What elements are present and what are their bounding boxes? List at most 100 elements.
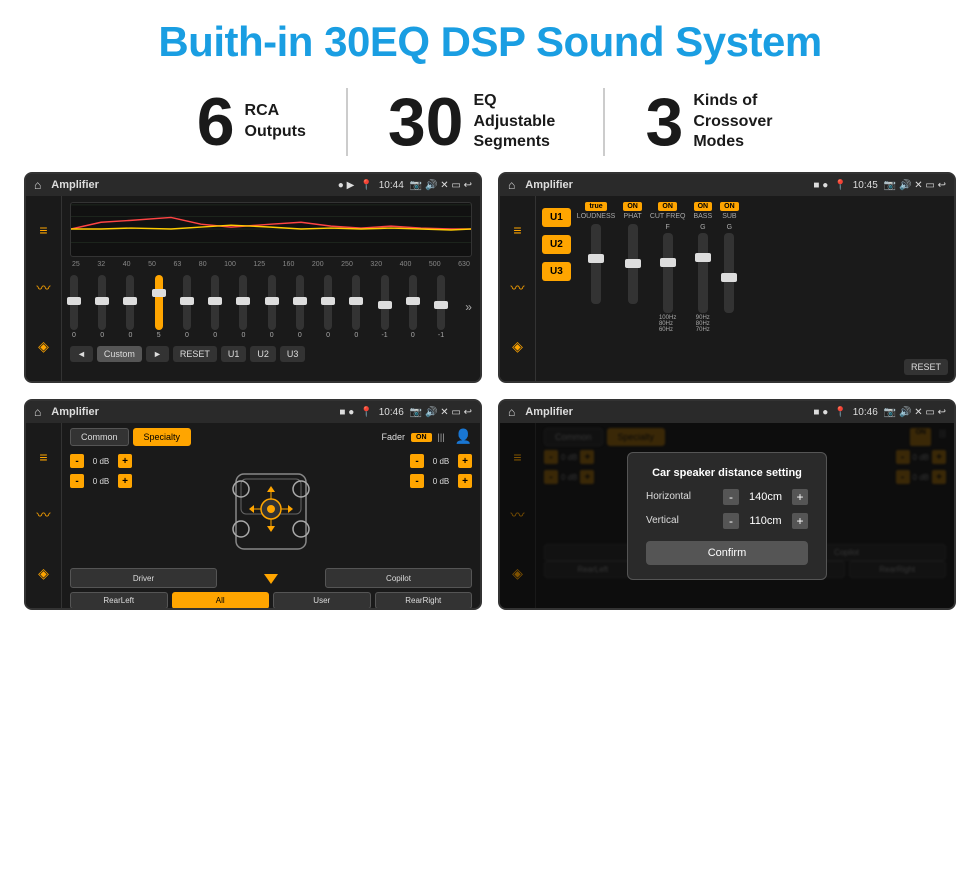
crossover-sidebar-speaker-icon[interactable]: ◈ [512,338,523,355]
eq-reset-btn[interactable]: RESET [173,346,217,362]
fader-profile-icon[interactable]: 👤 [455,428,472,446]
cutfreq-slider[interactable] [663,233,673,313]
eq-custom-btn[interactable]: Custom [97,346,142,362]
eq-sidebar-speaker-icon[interactable]: ◈ [38,338,49,355]
dialog-screen: ⌂ Amplifier ■ ● 📍 10:46 📷 🔊 ✕ ▭ ↩ ≡ 〰 ◈ … [498,399,956,610]
crossover-sliders: true LOUDNESS ON PHAT [577,202,898,375]
eq-slider-4[interactable]: 0 [183,272,191,342]
eq-status-bar: ⌂ Amplifier ● ▶ 📍 10:44 📷 🔊 ✕ ▭ ↩ [26,174,480,196]
fl-plus-btn[interactable]: + [118,454,132,468]
copilot-btn[interactable]: Copilot [325,568,472,588]
rearleft-btn[interactable]: RearLeft [70,592,168,609]
eq-slider-1[interactable]: 0 [98,272,106,342]
dialog-status-icons: 📷 🔊 ✕ ▭ ↩ [884,407,946,418]
fader-sidebar-speaker-icon[interactable]: ◈ [38,565,49,582]
phat-on[interactable]: ON [623,202,642,211]
stat-eq-number: 30 [388,88,464,156]
user-btn[interactable]: User [273,592,371,609]
rr-plus-btn[interactable]: + [458,474,472,488]
fl-minus-btn[interactable]: - [70,454,84,468]
eq-slider-3[interactable]: 5 [155,272,163,342]
u1-button[interactable]: U1 [542,208,571,227]
eq-slider-13[interactable]: -1 [437,272,445,342]
dialog-overlay: Car speaker distance setting Horizontal … [500,423,954,608]
driver-btn[interactable]: Driver [70,568,217,588]
horizontal-minus-btn[interactable]: - [723,489,739,505]
fl-db-control: - 0 dB + [70,454,132,468]
crossover-sidebar-eq-icon[interactable]: ≡ [513,222,521,238]
dialog-title: Car speaker distance setting [646,467,808,479]
eq-slider-7[interactable]: 0 [268,272,276,342]
bass-on[interactable]: ON [694,202,713,211]
fader-title: Amplifier [51,406,333,418]
u2-button[interactable]: U2 [542,235,571,254]
eq-sliders: 0 0 0 5 0 [70,272,472,342]
horizontal-row: Horizontal - 140cm + [646,489,808,505]
eq-play-btn[interactable]: ► [146,346,169,362]
rearright-btn[interactable]: RearRight [375,592,473,609]
eq-slider-12[interactable]: 0 [409,272,417,342]
horizontal-label: Horizontal [646,491,701,502]
fader-tab-common[interactable]: Common [70,428,129,446]
horizontal-plus-btn[interactable]: + [792,489,808,505]
eq-u3-btn[interactable]: U3 [280,346,306,362]
fader-status-icons: 📷 🔊 ✕ ▭ ↩ [410,407,472,418]
fader-tab-specialty[interactable]: Specialty [133,428,192,446]
phat-section: ON PHAT [623,202,642,375]
loudness-on[interactable]: true [585,202,606,211]
all-btn[interactable]: All [172,592,270,609]
eq-slider-2[interactable]: 0 [126,272,134,342]
dialog-home-icon[interactable]: ⌂ [508,405,515,419]
eq-slider-more[interactable]: » [465,272,472,342]
fr-minus-btn[interactable]: - [410,454,424,468]
rl-plus-btn[interactable]: + [118,474,132,488]
eq-prev-btn[interactable]: ◄ [70,346,93,362]
loudness-label: LOUDNESS [577,213,616,220]
sub-slider[interactable] [724,233,734,313]
fader-home-icon[interactable]: ⌂ [34,405,41,419]
eq-slider-5[interactable]: 0 [211,272,219,342]
fader-sidebar-eq-icon[interactable]: ≡ [39,449,47,465]
rl-minus-btn[interactable]: - [70,474,84,488]
fader-status-bar: ⌂ Amplifier ■ ● 📍 10:46 📷 🔊 ✕ ▭ ↩ [26,401,480,423]
crossover-sidebar-wave-icon[interactable]: 〰 [511,278,525,298]
bass-section: ON BASS G 90Hz80Hz70Hz [693,202,712,375]
fader-left-sidebar: ≡ 〰 ◈ [26,423,62,608]
stat-rca-number: 6 [197,88,235,156]
crossover-reset-btn[interactable]: RESET [904,359,948,375]
eq-status-icons: 📷 🔊 ✕ ▭ ↩ [410,180,472,191]
rr-minus-btn[interactable]: - [410,474,424,488]
vertical-plus-btn[interactable]: + [792,513,808,529]
confirm-button[interactable]: Confirm [646,541,808,565]
down-arrow-icon [261,568,281,588]
eq-u2-btn[interactable]: U2 [250,346,276,362]
dialog-screen-body: ≡ 〰 ◈ Common Specialty ON ||| - 0 [500,423,954,608]
bass-slider[interactable] [698,233,708,313]
eq-slider-11[interactable]: -1 [381,272,389,342]
loudness-slider[interactable] [591,224,601,304]
cutfreq-label: CUT FREQ [650,213,686,220]
eq-sidebar-wave-icon[interactable]: 〰 [37,278,51,298]
sub-on[interactable]: ON [720,202,739,211]
eq-slider-0[interactable]: 0 [70,272,78,342]
eq-sidebar-equalizer-icon[interactable]: ≡ [39,222,47,238]
cutfreq-on[interactable]: ON [658,202,677,211]
crossover-home-icon[interactable]: ⌂ [508,178,515,192]
eq-slider-9[interactable]: 0 [324,272,332,342]
eq-slider-6[interactable]: 0 [239,272,247,342]
eq-slider-10[interactable]: 0 [352,272,360,342]
phat-slider[interactable] [628,224,638,304]
fader-time: 10:46 [379,407,404,418]
home-icon[interactable]: ⌂ [34,178,41,192]
vertical-label: Vertical [646,515,701,526]
fader-sidebar-wave-icon[interactable]: 〰 [37,505,51,525]
speaker-right-controls: - 0 dB + - 0 dB + [402,454,472,564]
eq-u1-btn[interactable]: U1 [221,346,247,362]
fr-plus-btn[interactable]: + [458,454,472,468]
fader-on-toggle[interactable]: ON [411,433,432,442]
fader-location-icon: 📍 [360,407,372,418]
crossover-screen: ⌂ Amplifier ■ ● 📍 10:45 📷 🔊 ✕ ▭ ↩ ≡ 〰 ◈ … [498,172,956,383]
eq-slider-8[interactable]: 0 [296,272,304,342]
u3-button[interactable]: U3 [542,262,571,281]
vertical-minus-btn[interactable]: - [723,513,739,529]
